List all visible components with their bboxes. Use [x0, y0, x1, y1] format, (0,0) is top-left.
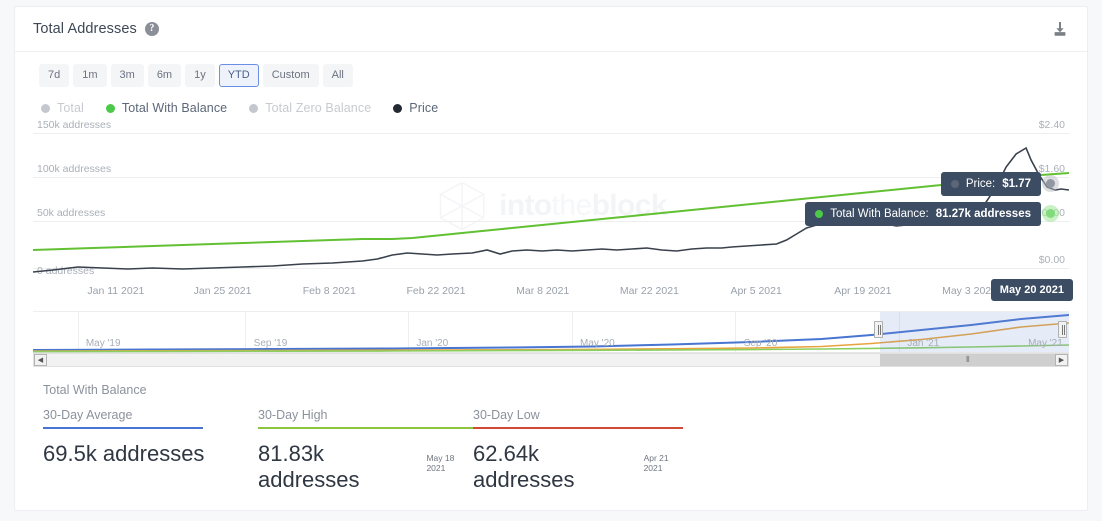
legend-label-total-with-balance: Total With Balance — [121, 101, 228, 116]
navigator-tick-6: May '21 — [1028, 338, 1063, 350]
navigator-tick-1: Sep '19 — [253, 338, 288, 350]
x-tick-5: Mar 22 2021 — [619, 285, 679, 298]
x-tick-3: Feb 22 2021 — [406, 285, 466, 298]
stat-rule-high — [258, 427, 473, 430]
tooltip-balance-value: 81.27k addresses — [935, 208, 1031, 221]
range-button-custom[interactable]: Custom — [262, 64, 319, 88]
stat-value-low-wrap: 62.64k addresses Apr 21 2021 — [473, 441, 688, 493]
stat-rule-average — [43, 427, 203, 430]
range-button-1y[interactable]: 1y — [185, 64, 215, 88]
x-axis: Jan 11 2021 Jan 25 2021 Feb 8 2021 Feb 2… — [33, 279, 1073, 305]
stat-value-average-wrap: 69.5k addresses — [43, 441, 258, 467]
range-button-1m[interactable]: 1m — [73, 64, 107, 88]
navigator-tick-3: May '20 — [580, 338, 615, 350]
legend-dot-price — [393, 103, 403, 113]
card-header: Total Addresses ? — [15, 7, 1087, 52]
marker-balance-point — [1042, 205, 1059, 223]
chart-legend: Total Total With Balance Total Zero Bala… — [15, 87, 1087, 115]
x-tick-6: Apr 5 2021 — [730, 285, 782, 298]
tooltip-total-with-balance: Total With Balance: 81.27k addresses — [805, 202, 1041, 227]
legend-dot-total-zero-balance — [249, 103, 259, 113]
range-button-3m[interactable]: 3m — [110, 64, 144, 88]
tooltip-balance-dot — [815, 210, 824, 219]
chart-navigator[interactable]: May '19 Sep '19 Jan '20 May '20 Sep '20 … — [33, 311, 1069, 354]
range-button-all[interactable]: All — [322, 64, 353, 88]
stat-label-average: 30-Day Average — [43, 408, 133, 423]
tooltip-balance-label: Total With Balance: — [830, 208, 929, 221]
stat-value-high: 81.83k addresses — [258, 441, 360, 493]
stat-value-average: 69.5k addresses — [43, 441, 205, 467]
tooltip-price: Price: $1.77 — [940, 172, 1041, 197]
scrollbar-thumb[interactable]: ⦀ — [879, 354, 1055, 367]
stat-value-low: 62.64k addresses — [473, 441, 575, 493]
navigator-tick-4: Sep '20 — [743, 338, 778, 350]
legend-label-price: Price — [409, 101, 439, 116]
marker-price-point — [1042, 175, 1059, 193]
page-title: Total Addresses — [33, 21, 137, 37]
stat-30-day-average: 30-Day Average 69.5k addresses — [43, 408, 258, 493]
x-tick-7: Apr 19 2021 — [834, 285, 892, 298]
total-addresses-card: Total Addresses ? 7d 1m 3m 6m 1y YTD Cus… — [14, 6, 1088, 511]
navigator-scrollbar[interactable]: ◀ ⦀ ▶ — [33, 353, 1069, 368]
legend-item-total-zero-balance[interactable]: Total Zero Balance — [249, 101, 371, 115]
download-icon[interactable] — [1051, 21, 1069, 39]
range-button-ytd[interactable]: YTD — [218, 64, 259, 88]
stat-30-day-high: 30-Day High 81.83k addresses May 18 2021 — [258, 408, 473, 493]
x-tick-1: Jan 25 2021 — [193, 285, 252, 298]
stat-label-high: 30-Day High — [258, 408, 328, 423]
plot-region: intotheblock 150k addresses 100k address… — [33, 119, 1069, 279]
x-tick-4: Mar 8 2021 — [516, 285, 570, 298]
scrollbar-left-arrow-icon[interactable]: ◀ — [34, 354, 47, 367]
tooltip-price-label: Price: — [965, 178, 996, 191]
stats-title: Total With Balance — [43, 383, 147, 398]
x-tick-2: Feb 8 2021 — [302, 285, 356, 298]
legend-item-total[interactable]: Total — [41, 101, 84, 115]
legend-label-total: Total — [57, 101, 84, 116]
legend-dot-total-with-balance — [105, 103, 115, 113]
stat-30-day-low: 30-Day Low 62.64k addresses Apr 21 2021 — [473, 408, 688, 493]
tooltip-date-flag: May 20 2021 — [990, 279, 1073, 302]
stat-date-high: May 18 2021 — [426, 453, 455, 474]
scrollbar-right-arrow-icon[interactable]: ▶ — [1055, 354, 1068, 367]
stat-rule-low — [473, 427, 683, 430]
navigator-handle-right[interactable] — [1057, 321, 1067, 339]
stat-label-low: 30-Day Low — [473, 408, 540, 423]
navigator-tick-0: May '19 — [85, 338, 121, 350]
stats-section: Total With Balance 30-Day Average 69.5k … — [15, 367, 1087, 493]
main-chart[interactable]: intotheblock 150k addresses 100k address… — [15, 119, 1087, 305]
legend-item-total-with-balance[interactable]: Total With Balance — [105, 101, 228, 116]
legend-label-total-zero-balance: Total Zero Balance — [265, 101, 372, 116]
legend-dot-total — [41, 103, 50, 113]
range-selector: 7d 1m 3m 6m 1y YTD Custom All — [15, 52, 1087, 88]
question-mark-icon[interactable]: ? — [144, 22, 159, 36]
range-button-7d[interactable]: 7d — [39, 64, 70, 88]
navigator-tick-2: Jan '20 — [416, 338, 449, 350]
tooltip-price-value: $1.77 — [1002, 178, 1031, 191]
stat-date-low: Apr 21 2021 — [643, 453, 669, 474]
navigator-tick-5: Jan '21 — [907, 338, 940, 350]
x-tick-8: May 3 2021 — [942, 285, 997, 298]
x-tick-0: Jan 11 2021 — [87, 285, 145, 298]
tooltip-price-dot — [950, 180, 959, 189]
navigator-handle-left[interactable] — [874, 321, 884, 339]
stats-row: 30-Day Average 69.5k addresses 30-Day Hi… — [43, 408, 1087, 493]
legend-item-price[interactable]: Price — [393, 101, 438, 115]
range-button-6m[interactable]: 6m — [147, 64, 182, 88]
stat-value-high-wrap: 81.83k addresses May 18 2021 — [258, 441, 473, 493]
